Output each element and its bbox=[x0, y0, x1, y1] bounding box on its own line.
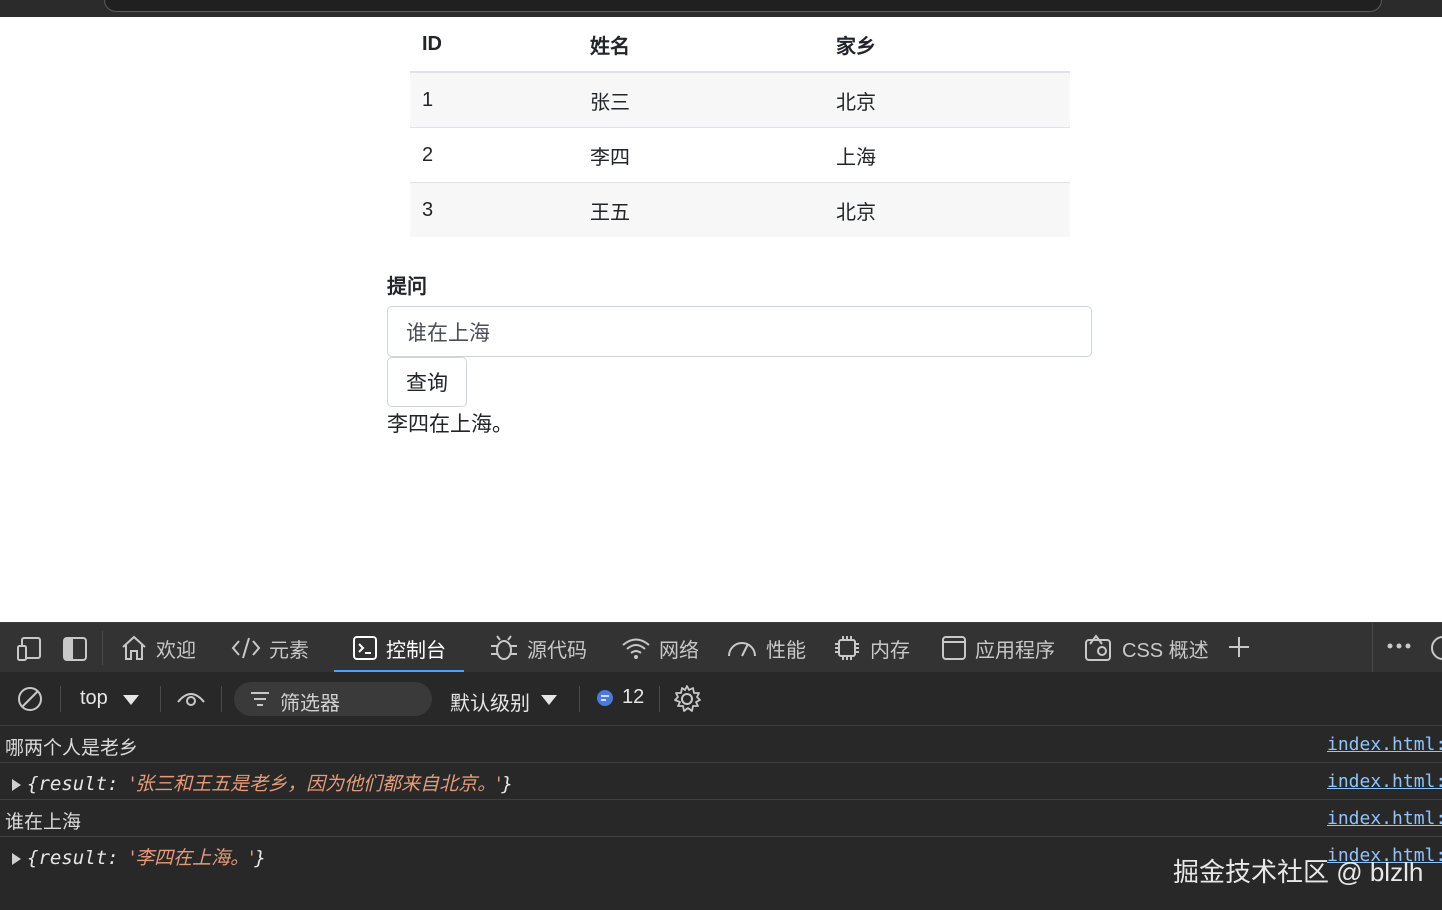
browser-top-bar bbox=[0, 0, 1442, 17]
column-header-name: 姓名 bbox=[578, 17, 824, 73]
toolbar-separator bbox=[659, 686, 660, 712]
chip-icon bbox=[835, 636, 859, 660]
log-level-value: 默认级别 bbox=[450, 693, 530, 715]
tab-label: 源代码 bbox=[527, 639, 587, 662]
object-close: } bbox=[254, 847, 266, 869]
gear-icon[interactable] bbox=[672, 684, 702, 714]
object-string-value: '李四在上海。' bbox=[129, 847, 255, 869]
toolbar-separator bbox=[160, 686, 161, 712]
chevron-down-icon[interactable] bbox=[122, 694, 140, 706]
css-overview-icon bbox=[1085, 634, 1111, 661]
tab-elements[interactable]: 元素 bbox=[231, 623, 309, 673]
tab-console[interactable]: 控制台 bbox=[334, 623, 464, 673]
message-count-badge[interactable]: 12 bbox=[596, 686, 644, 709]
tab-css-overview[interactable]: CSS 概述 bbox=[1082, 623, 1209, 673]
gauge-icon bbox=[728, 642, 756, 657]
source-link[interactable]: index.html: bbox=[1327, 808, 1442, 829]
cell-hometown: 北京 bbox=[824, 72, 1070, 128]
console-log-row: 哪两个人是老乡 index.html: bbox=[0, 726, 1442, 763]
object-key: {result: bbox=[27, 847, 130, 869]
object-string-value: '张三和王五是老乡，因为他们都来自北京。' bbox=[129, 773, 502, 795]
log-message: 哪两个人是老乡 bbox=[5, 737, 139, 759]
context-value: top bbox=[80, 687, 108, 709]
people-table: ID 姓名 家乡 1 张三 北京 2 李四 上海 3 王五 北京 bbox=[410, 17, 1070, 237]
filter-input[interactable]: 筛选器 bbox=[234, 682, 432, 716]
object-key: {result: bbox=[27, 773, 130, 795]
clear-console-icon[interactable] bbox=[16, 685, 44, 713]
object-close: } bbox=[501, 773, 513, 795]
window-icon bbox=[942, 636, 966, 660]
help-icon[interactable] bbox=[1430, 635, 1442, 661]
tab-memory[interactable]: 内存 bbox=[832, 623, 910, 673]
console-log-row: 谁在上海 index.html: bbox=[0, 800, 1442, 837]
expand-triangle-icon[interactable] bbox=[12, 852, 21, 865]
cell-hometown: 北京 bbox=[824, 182, 1070, 237]
console-toolbar: top 筛选器 默认级别 12 bbox=[0, 672, 1442, 726]
log-message: 谁在上海 bbox=[5, 811, 82, 833]
column-header-id: ID bbox=[410, 17, 578, 73]
cell-name: 王五 bbox=[578, 182, 824, 237]
table-row: 2 李四 上海 bbox=[410, 127, 1070, 183]
toolbar-separator bbox=[60, 686, 61, 712]
log-level-selector[interactable]: 默认级别 bbox=[450, 687, 530, 716]
table-row: 3 王五 北京 bbox=[410, 182, 1070, 237]
column-header-hometown: 家乡 bbox=[824, 17, 1070, 73]
eye-icon[interactable] bbox=[176, 688, 206, 710]
table-row: 1 张三 北京 bbox=[410, 72, 1070, 128]
source-link[interactable]: index.html: bbox=[1327, 734, 1442, 755]
tab-welcome[interactable]: 欢迎 bbox=[120, 623, 196, 673]
toolbar-separator bbox=[579, 686, 580, 712]
tab-label: 性能 bbox=[766, 639, 806, 662]
log-object[interactable]: {result: '张三和王五是老乡，因为他们都来自北京。'} bbox=[12, 769, 513, 796]
tab-sources[interactable]: 源代码 bbox=[489, 623, 587, 673]
cell-name: 李四 bbox=[578, 127, 824, 183]
message-count: 12 bbox=[622, 686, 645, 708]
tab-network[interactable]: 网络 bbox=[621, 623, 699, 673]
cell-hometown: 上海 bbox=[824, 127, 1070, 183]
tab-separator bbox=[1372, 623, 1373, 673]
cell-id: 3 bbox=[410, 182, 578, 237]
device-emulation-icon[interactable] bbox=[16, 636, 44, 662]
watermark: 掘金技术社区 @ blzlh bbox=[1173, 857, 1424, 887]
tab-label: 内存 bbox=[870, 639, 910, 662]
table-header-row: ID 姓名 家乡 bbox=[410, 17, 1070, 73]
tab-label: 网络 bbox=[659, 639, 699, 662]
source-link[interactable]: index.html: bbox=[1327, 771, 1442, 792]
devtools-tab-bar: 欢迎 元素 控制台 源代码 网络 性能 内存 应用程序 CSS 概述 bbox=[0, 622, 1442, 673]
query-button[interactable]: 查询 bbox=[387, 357, 467, 407]
message-icon bbox=[597, 689, 613, 706]
log-object[interactable]: {result: '李四在上海。'} bbox=[12, 843, 266, 870]
tab-separator bbox=[102, 631, 103, 665]
question-input[interactable] bbox=[387, 306, 1092, 357]
chevron-down-icon[interactable] bbox=[540, 694, 558, 706]
console-icon bbox=[353, 636, 377, 660]
home-icon bbox=[122, 635, 146, 660]
context-selector[interactable]: top bbox=[80, 687, 108, 710]
code-tags-icon bbox=[231, 637, 261, 659]
add-tab-icon[interactable] bbox=[1226, 634, 1252, 660]
question-label: 提问 bbox=[387, 276, 427, 298]
tab-label: CSS 概述 bbox=[1122, 639, 1209, 662]
bug-icon bbox=[491, 635, 517, 660]
tab-performance[interactable]: 性能 bbox=[726, 623, 806, 673]
tab-application[interactable]: 应用程序 bbox=[941, 623, 1055, 673]
cell-id: 2 bbox=[410, 127, 578, 183]
more-options-icon[interactable] bbox=[1386, 641, 1412, 651]
tab-label: 欢迎 bbox=[156, 639, 196, 662]
filter-placeholder: 筛选器 bbox=[280, 693, 340, 715]
filter-icon bbox=[251, 692, 269, 706]
cell-id: 1 bbox=[410, 72, 578, 128]
cell-name: 张三 bbox=[578, 72, 824, 128]
toolbar-separator bbox=[221, 686, 222, 712]
console-log-row[interactable]: {result: '张三和王五是老乡，因为他们都来自北京。'} index.ht… bbox=[0, 763, 1442, 800]
address-bar[interactable] bbox=[104, 0, 1382, 12]
tab-label: 应用程序 bbox=[975, 639, 1055, 662]
tab-label: 元素 bbox=[269, 639, 309, 662]
wifi-icon bbox=[622, 638, 650, 659]
tab-label: 控制台 bbox=[386, 639, 446, 662]
dock-side-icon[interactable] bbox=[62, 636, 88, 662]
expand-triangle-icon[interactable] bbox=[12, 778, 21, 791]
answer-text: 李四在上海。 bbox=[387, 413, 513, 436]
